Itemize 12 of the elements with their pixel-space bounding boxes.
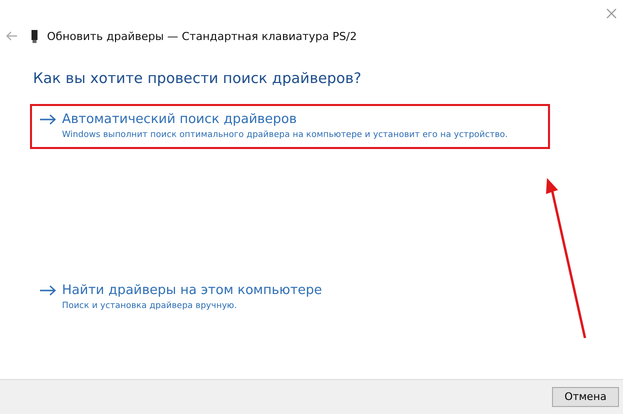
- option-description: Поиск и установка драйвера вручную.: [62, 300, 238, 312]
- back-arrow-icon[interactable]: [6, 31, 18, 41]
- right-arrow-icon: [40, 114, 56, 125]
- window-title: Обновить драйверы — Стандартная клавиатура PS/2: [47, 30, 357, 42]
- search-option-link[interactable]: Найти драйверы на этом компьютере: [40, 283, 540, 298]
- option-description: Windows выполнит поиск оптимального драйвера на компьютере и установит его на устройство.: [62, 129, 509, 141]
- cancel-button[interactable]: Отмена: [552, 387, 619, 407]
- close-icon[interactable]: [606, 8, 617, 18]
- heading: Как вы хотите провести поиск драйверов?: [33, 71, 362, 87]
- right-arrow-icon: [40, 285, 56, 296]
- device-icon: [31, 30, 38, 42]
- search-option-link[interactable]: Автоматический поиск драйверов: [40, 112, 540, 127]
